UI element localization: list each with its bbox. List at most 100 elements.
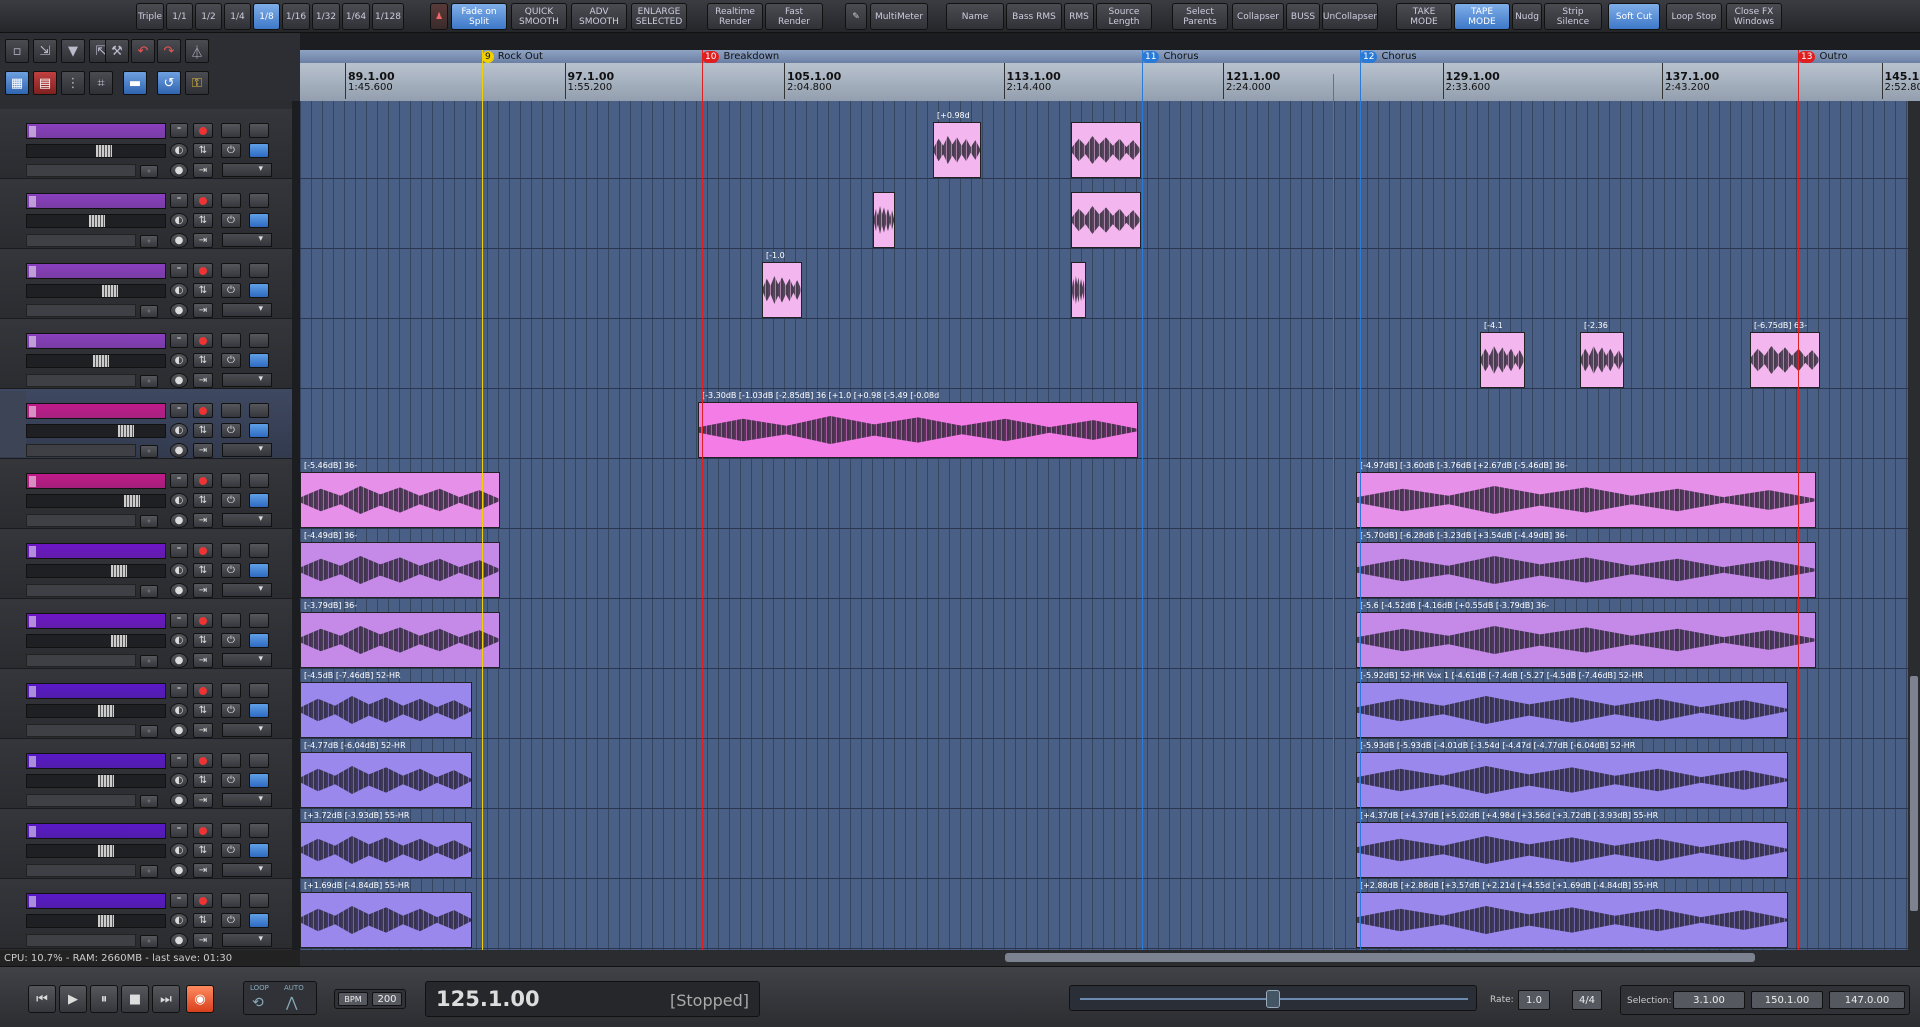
mute-button[interactable] xyxy=(221,403,241,418)
meter-knob[interactable]: ● xyxy=(170,303,188,318)
solo-button[interactable] xyxy=(249,473,269,488)
toolbar-button-fade-on-split[interactable]: Fade on Split xyxy=(451,3,507,30)
mute-button[interactable] xyxy=(221,613,241,628)
toolbar-button-realtime-render[interactable]: Realtime Render xyxy=(707,3,763,30)
env-icon[interactable]: ⏻ xyxy=(221,773,241,788)
playrate-slider[interactable] xyxy=(1069,985,1477,1011)
phase-icon[interactable]: ⁼ xyxy=(170,193,188,208)
fx-button[interactable] xyxy=(249,563,269,578)
route-icon[interactable]: ⇅ xyxy=(193,773,213,788)
mute-button[interactable] xyxy=(221,473,241,488)
mute-button[interactable] xyxy=(221,893,241,908)
loop-icon[interactable]: ↺ xyxy=(157,71,181,95)
volume-fader[interactable] xyxy=(26,214,166,228)
horizontal-scrollbar[interactable] xyxy=(300,950,1920,966)
record-arm-button[interactable] xyxy=(193,683,213,698)
meter-knob[interactable]: ● xyxy=(170,443,188,458)
automation-mode-select[interactable]: ▾ xyxy=(222,233,272,247)
input-select[interactable] xyxy=(26,934,136,947)
fx-button[interactable] xyxy=(249,423,269,438)
record-arm-button[interactable] xyxy=(193,333,213,348)
solo-button[interactable] xyxy=(249,333,269,348)
toolbar-button-multimeter[interactable]: MultiMeter xyxy=(870,3,928,30)
record-arm-button[interactable] xyxy=(193,613,213,628)
marker-12[interactable]: 12 Chorus xyxy=(1360,50,1417,63)
toolbar-button-1-16[interactable]: 1/16 xyxy=(282,3,310,30)
input-monitor-icon[interactable]: ◦ xyxy=(140,165,158,178)
media-item[interactable] xyxy=(1356,542,1816,598)
meter-knob[interactable]: ● xyxy=(170,723,188,738)
track-lane[interactable]: [-4.77dB [-6.04dB] 52-HR [-5.93dB [-5.93d… xyxy=(300,739,1908,809)
fader-handle[interactable] xyxy=(89,215,105,227)
track-lane[interactable]: [-3.79dB] 36- [-5.6 [-4.52dB [-4.16dB [+0… xyxy=(300,599,1908,669)
track-header[interactable]: ◦ ⁼ ◐ ⇅ ⏻ ● ⇥ ▾ xyxy=(0,459,292,529)
rate-value[interactable]: 1.0 xyxy=(1518,990,1550,1010)
fader-handle[interactable] xyxy=(111,565,127,577)
volume-fader[interactable] xyxy=(26,144,166,158)
timeline-ruler[interactable]: 89.1.00 1:45.600 97.1.00 1:55.200 105.1.00 2:… xyxy=(300,63,1920,101)
phase-icon[interactable]: ⁼ xyxy=(170,613,188,628)
toolbar-button-soft-cut[interactable]: Soft Cut xyxy=(1608,3,1660,30)
meter-knob[interactable]: ● xyxy=(170,863,188,878)
pan-knob[interactable]: ◐ xyxy=(170,143,188,158)
solo-button[interactable] xyxy=(249,893,269,908)
mute-button[interactable] xyxy=(221,123,241,138)
meter-knob[interactable]: ● xyxy=(170,583,188,598)
pause-icon[interactable]: ⏸ xyxy=(90,985,118,1013)
route-icon[interactable]: ⇅ xyxy=(193,283,213,298)
io-icon[interactable]: ⇥ xyxy=(193,583,213,598)
toolbar-button-1-2[interactable]: 1/2 xyxy=(195,3,222,30)
input-monitor-icon[interactable]: ◦ xyxy=(140,375,158,388)
toolbar-button-1-8[interactable]: 1/8 xyxy=(253,3,280,30)
fx-button[interactable] xyxy=(249,633,269,648)
io-icon[interactable]: ⇥ xyxy=(193,793,213,808)
route-icon[interactable]: ⇅ xyxy=(193,633,213,648)
io-icon[interactable]: ⇥ xyxy=(193,933,213,948)
track-lane[interactable]: [+3.72dB [-3.93dB] 55-HR [+4.37dB [+4.37d… xyxy=(300,809,1908,879)
volume-fader[interactable] xyxy=(26,704,166,718)
track-header[interactable]: ◦ ⁼ ◐ ⇅ ⏻ ● ⇥ ▾ xyxy=(0,599,292,669)
media-item[interactable] xyxy=(1071,262,1086,318)
phase-icon[interactable]: ⁼ xyxy=(170,473,188,488)
media-item[interactable] xyxy=(300,612,500,668)
io-icon[interactable]: ⇥ xyxy=(193,443,213,458)
meter-knob[interactable]: ● xyxy=(170,933,188,948)
env-icon[interactable]: ⏻ xyxy=(221,913,241,928)
io-icon[interactable]: ⇥ xyxy=(193,513,213,528)
track-name[interactable] xyxy=(26,753,166,769)
time-signature[interactable]: 4/4 xyxy=(1572,990,1602,1010)
io-icon[interactable]: ⇥ xyxy=(193,163,213,178)
toolbar-button-close-fx-windows[interactable]: Close FX Windows xyxy=(1726,3,1782,30)
track-lane[interactable]: [-3.30dB [-1.03dB [-2.85dB] 36 [+1.0 [+0… xyxy=(300,389,1908,459)
toolbar-button-name[interactable]: Name xyxy=(946,3,1004,30)
phase-icon[interactable]: ⁼ xyxy=(170,403,188,418)
input-select[interactable] xyxy=(26,444,136,457)
import-icon[interactable]: ⇲ xyxy=(33,39,57,63)
env-icon[interactable]: ⏻ xyxy=(221,703,241,718)
mute-button[interactable] xyxy=(221,543,241,558)
route-icon[interactable]: ⇅ xyxy=(193,213,213,228)
marker-13[interactable]: 13 Outro xyxy=(1798,50,1848,63)
toolbar-button-rms[interactable]: RMS xyxy=(1064,3,1094,30)
meter-knob[interactable]: ● xyxy=(170,233,188,248)
track-lane[interactable] xyxy=(300,179,1908,249)
track-lane[interactable]: [-4.49dB] 36- [-5.70dB] [-6.28dB [-3.23dB… xyxy=(300,529,1908,599)
automation-mode-select[interactable]: ▾ xyxy=(222,443,272,457)
media-item[interactable] xyxy=(1356,682,1788,738)
track-header[interactable]: ◦ ⁼ ◐ ⇅ ⏻ ● ⇥ ▾ xyxy=(0,179,292,249)
track-name[interactable] xyxy=(26,403,166,419)
track-lane[interactable]: [-1.0 xyxy=(300,249,1908,319)
toolbar-button-triple[interactable]: Triple xyxy=(136,3,164,30)
env-icon[interactable]: ⏻ xyxy=(221,633,241,648)
solo-button[interactable] xyxy=(249,823,269,838)
input-monitor-icon[interactable]: ◦ xyxy=(140,795,158,808)
track-header[interactable]: ◦ ⁼ ◐ ⇅ ⏻ ● ⇥ ▾ xyxy=(0,879,292,949)
route-icon[interactable]: ⇅ xyxy=(193,143,213,158)
antenna-icon[interactable]: ⏃ xyxy=(185,39,209,63)
meter-knob[interactable]: ● xyxy=(170,513,188,528)
fader-handle[interactable] xyxy=(117,425,134,437)
media-item[interactable] xyxy=(1750,332,1820,388)
lock-icon[interactable]: ⚿ xyxy=(185,71,209,95)
volume-fader[interactable] xyxy=(26,634,166,648)
track-name[interactable] xyxy=(26,683,166,699)
